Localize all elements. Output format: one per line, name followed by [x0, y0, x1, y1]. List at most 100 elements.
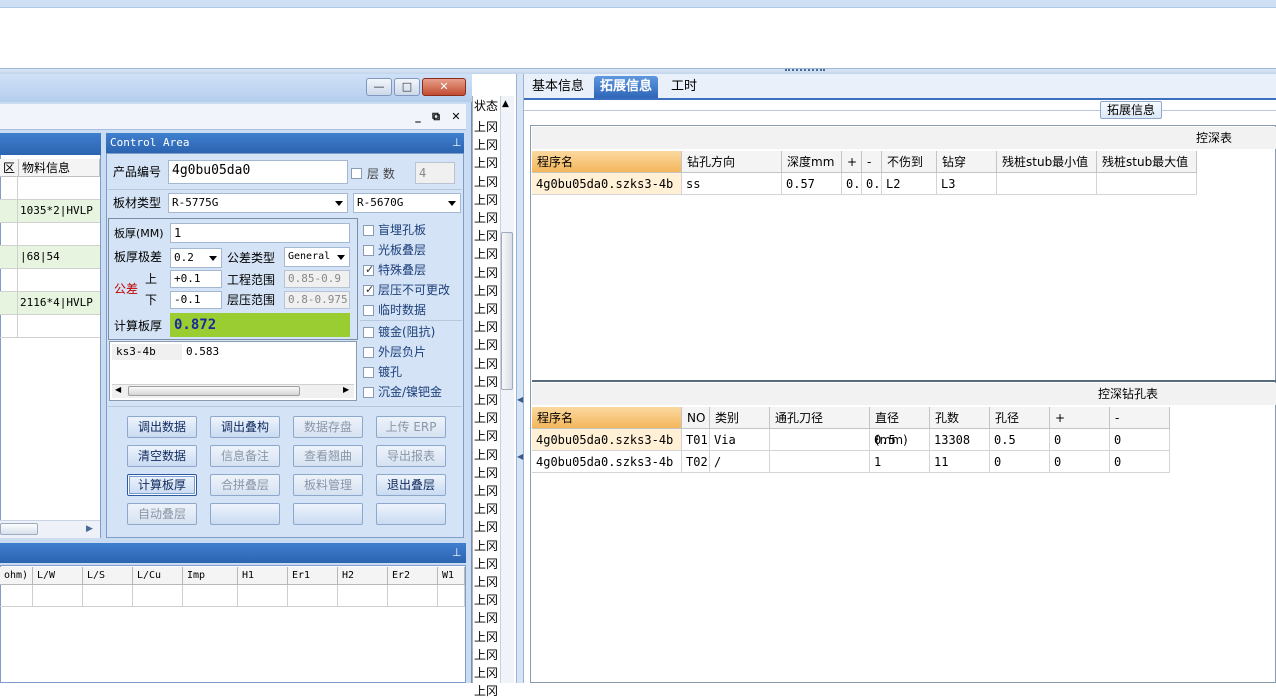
status-cell[interactable]: 上冈: [474, 355, 498, 373]
grid-cell[interactable]: [0, 585, 33, 607]
grid-cell[interactable]: [238, 585, 288, 607]
status-cell[interactable]: 上冈: [474, 646, 498, 664]
status-cell[interactable]: 上冈: [474, 427, 498, 445]
checkbox-special-stack[interactable]: [363, 263, 374, 276]
press-range-input[interactable]: 0.8-0.975: [284, 291, 350, 309]
load-data-button[interactable]: 调出数据: [127, 416, 197, 438]
drill-table-cell[interactable]: 0: [990, 451, 1050, 473]
drill-table-cell[interactable]: [770, 451, 870, 473]
drill-table-cell[interactable]: 13308: [930, 429, 990, 451]
scroll-left-icon[interactable]: ◀: [115, 385, 121, 394]
stack-grid-hscroll-thumb[interactable]: [0, 523, 38, 535]
scroll-right-icon[interactable]: ▶: [343, 385, 349, 394]
empty-button-2[interactable]: [293, 503, 363, 525]
drill-table-cell[interactable]: 4g0bu05da0.szks3-4b: [532, 451, 682, 473]
drill-table-cell[interactable]: 0.5: [870, 429, 930, 451]
drill-table-cell[interactable]: T01: [682, 429, 710, 451]
checkbox-outer-negative[interactable]: [363, 347, 374, 358]
grid-cell[interactable]: [83, 585, 133, 607]
drill-table-cell[interactable]: 0: [1110, 451, 1170, 473]
tab-work-hours[interactable]: 工时: [665, 76, 703, 98]
panel-close-icon[interactable]: ✕: [448, 108, 464, 126]
status-cell[interactable]: 上冈: [474, 409, 498, 427]
deep-table-column-header[interactable]: 深度mm: [782, 151, 842, 173]
save-data-button[interactable]: 数据存盘: [293, 416, 363, 438]
info-remark-button[interactable]: 信息备注: [210, 445, 280, 467]
deep-table-cell[interactable]: [997, 173, 1097, 195]
grid-cell[interactable]: [438, 585, 465, 607]
board-type-select-2[interactable]: R-5670G: [353, 193, 461, 213]
empty-button-3[interactable]: [376, 503, 446, 525]
pin-icon[interactable]: ⊥: [452, 546, 462, 559]
status-cell[interactable]: 上冈: [474, 336, 498, 354]
minimize-button[interactable]: —: [366, 78, 392, 96]
drill-table-cell[interactable]: 4g0bu05da0.szks3-4b: [532, 429, 682, 451]
status-cell[interactable]: 上冈: [474, 682, 498, 700]
column-header[interactable]: W1: [438, 567, 465, 585]
status-cell[interactable]: 上冈: [474, 209, 498, 227]
status-cell[interactable]: 上冈: [474, 573, 498, 591]
status-cell[interactable]: 上冈: [474, 628, 498, 646]
drill-table-cell[interactable]: 0: [1050, 429, 1110, 451]
deep-table-cell[interactable]: L2: [882, 173, 937, 195]
drill-table-cell[interactable]: 0.5: [990, 429, 1050, 451]
vertical-splitter[interactable]: [516, 74, 524, 683]
deep-table-column-header[interactable]: 残桩stub最小值: [997, 151, 1097, 173]
tolerance-level-select[interactable]: 0.2: [170, 248, 222, 268]
column-header[interactable]: L/Cu: [133, 567, 183, 585]
table-row[interactable]: [0, 177, 100, 200]
export-report-button[interactable]: 导出报表: [376, 445, 446, 467]
column-header[interactable]: L/W: [33, 567, 83, 585]
table-row[interactable]: [0, 223, 100, 246]
status-cell[interactable]: 上冈: [474, 446, 498, 464]
status-cell[interactable]: 上冈: [474, 482, 498, 500]
status-cell[interactable]: 上冈: [474, 264, 498, 282]
checkbox-temp-data[interactable]: [363, 305, 374, 316]
grid-cell[interactable]: [288, 585, 338, 607]
upload-erp-button[interactable]: 上传 ERP: [376, 416, 446, 438]
deep-table-column-header[interactable]: 不伤到: [882, 151, 937, 173]
grid-cell[interactable]: [338, 585, 388, 607]
drill-table-column-header[interactable]: +: [1050, 407, 1110, 429]
column-header[interactable]: Imp: [183, 567, 238, 585]
table-row[interactable]: 2116*4|HVLP: [0, 292, 100, 315]
exit-stack-button[interactable]: 退出叠层: [376, 474, 446, 496]
deep-table-column-header[interactable]: +: [842, 151, 862, 173]
panel-minimize-icon[interactable]: _: [410, 108, 426, 126]
checkbox-gold-plating[interactable]: [363, 327, 374, 338]
status-cell[interactable]: 上冈: [474, 173, 498, 191]
drill-table-cell[interactable]: [770, 429, 870, 451]
column-header-material[interactable]: 物料信息: [19, 159, 100, 177]
layer-checkbox[interactable]: [351, 168, 362, 179]
drill-table-column-header[interactable]: -: [1110, 407, 1170, 429]
grid-cell[interactable]: [388, 585, 438, 607]
checkbox-enig[interactable]: [363, 387, 374, 398]
close-button[interactable]: ✕: [422, 78, 466, 96]
collapse-left-icon[interactable]: ◀: [517, 452, 523, 461]
drill-table-cell[interactable]: 11: [930, 451, 990, 473]
panel-restore-icon[interactable]: ⧉: [428, 108, 444, 126]
drill-table-cell[interactable]: 0: [1110, 429, 1170, 451]
status-cell[interactable]: 上冈: [474, 373, 498, 391]
thickness-input[interactable]: 1: [170, 223, 350, 243]
status-cell[interactable]: 上冈: [474, 555, 498, 573]
status-cell[interactable]: 上冈: [474, 537, 498, 555]
auto-stack-button[interactable]: 自动叠层: [127, 503, 197, 525]
lower-tolerance-input[interactable]: -0.1: [170, 291, 222, 309]
status-cell[interactable]: 上冈: [474, 154, 498, 172]
status-cell[interactable]: 上冈: [474, 227, 498, 245]
deep-table-cell[interactable]: 0.: [842, 173, 862, 195]
drill-table-column-header[interactable]: 孔径: [990, 407, 1050, 429]
upper-tolerance-input[interactable]: +0.1: [170, 270, 222, 288]
status-cell[interactable]: 上冈: [474, 664, 498, 682]
table-row[interactable]: |68|54: [0, 246, 100, 269]
status-cell[interactable]: 上冈: [474, 591, 498, 609]
deep-table-cell[interactable]: L3: [937, 173, 997, 195]
deep-table-column-header[interactable]: 钻穿: [937, 151, 997, 173]
status-cell[interactable]: 上冈: [474, 136, 498, 154]
drill-table-column-header[interactable]: 通孔刀径: [770, 407, 870, 429]
deep-table-cell[interactable]: ss: [682, 173, 782, 195]
scroll-right-icon[interactable]: ▶: [86, 524, 93, 534]
material-manage-button[interactable]: 板料管理: [293, 474, 363, 496]
drill-table-column-header[interactable]: 类别: [710, 407, 770, 429]
